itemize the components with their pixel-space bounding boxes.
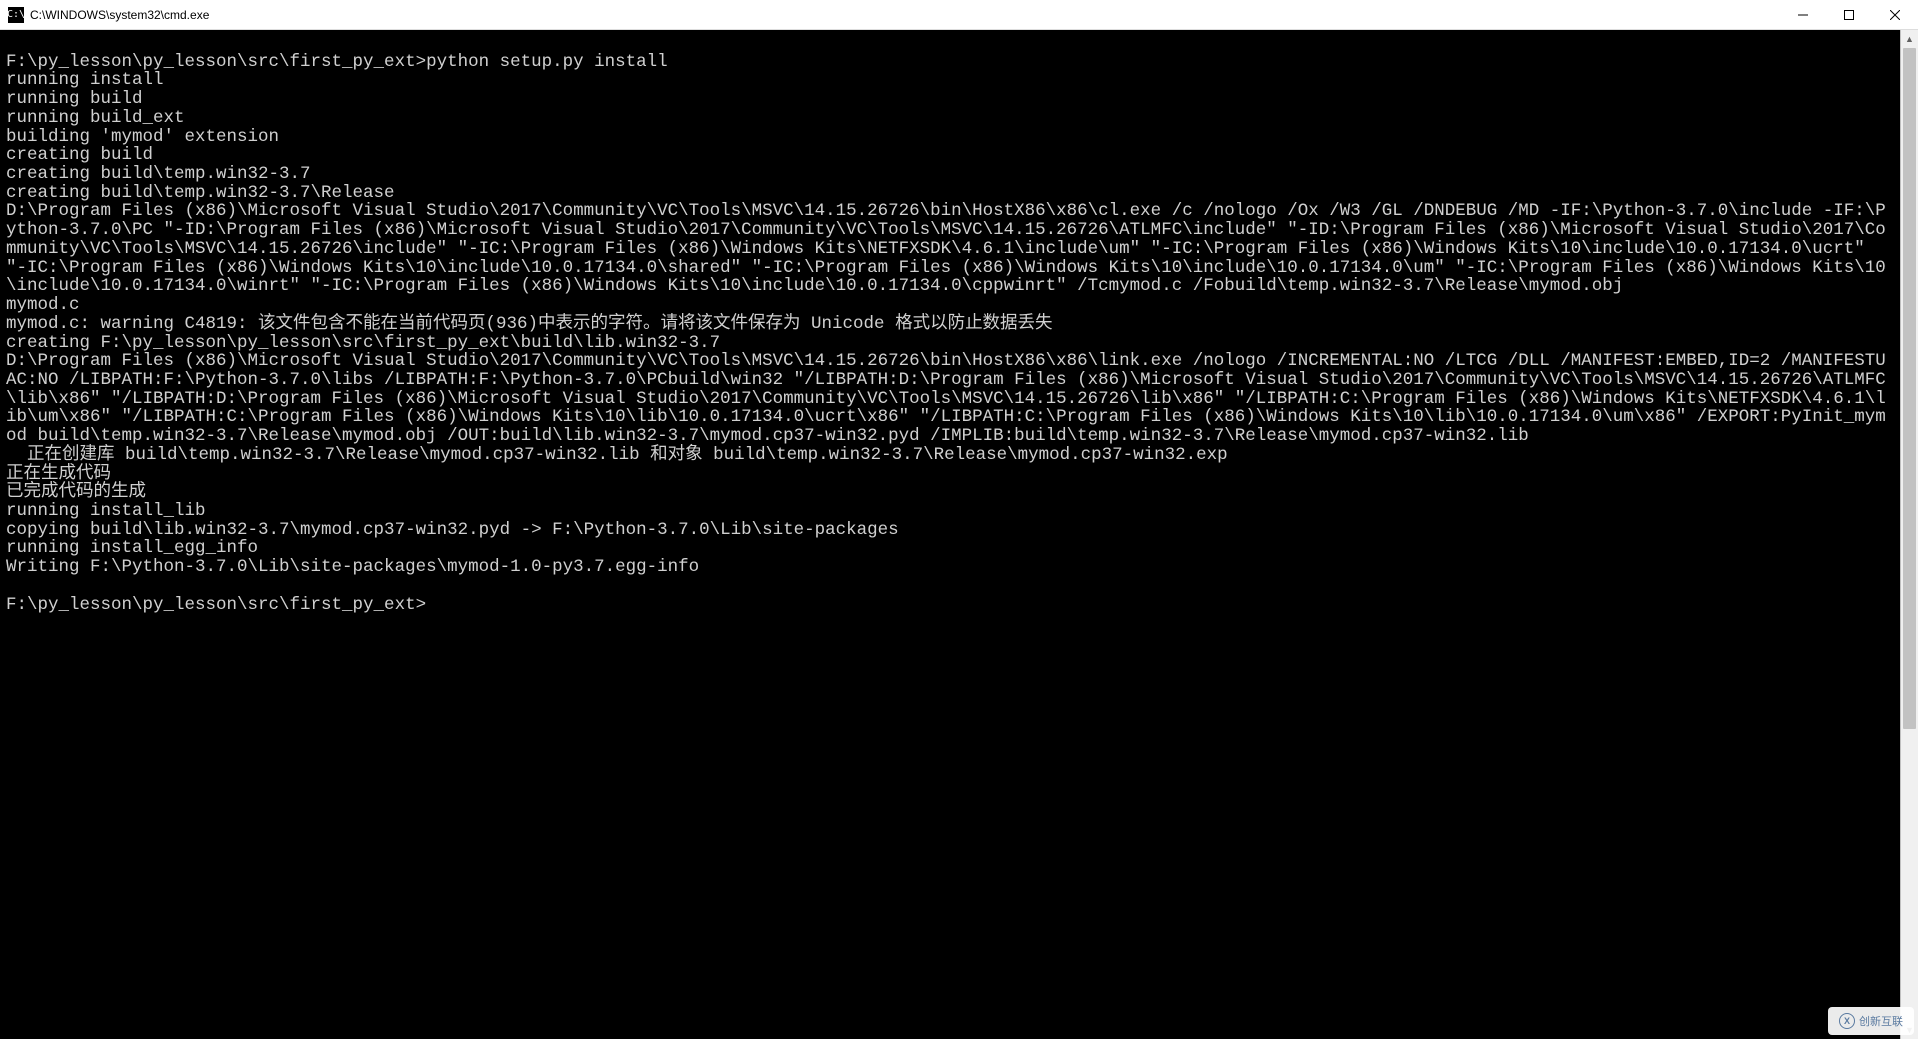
scroll-track[interactable] <box>1901 48 1918 1021</box>
maximize-button[interactable] <box>1826 0 1872 29</box>
window-titlebar: C:\ C:\WINDOWS\system32\cmd.exe <box>0 0 1918 30</box>
terminal-area: F:\py_lesson\py_lesson\src\first_py_ext>… <box>0 30 1918 1039</box>
scroll-up-arrow-icon[interactable]: ▲ <box>1901 30 1918 48</box>
scroll-thumb[interactable] <box>1903 48 1916 729</box>
window-title: C:\WINDOWS\system32\cmd.exe <box>30 8 1780 22</box>
maximize-icon <box>1844 10 1854 20</box>
window-controls <box>1780 0 1918 29</box>
close-icon <box>1890 10 1900 20</box>
watermark-icon: X <box>1839 1013 1855 1029</box>
cmd-icon: C:\ <box>8 7 24 23</box>
close-button[interactable] <box>1872 0 1918 29</box>
minimize-button[interactable] <box>1780 0 1826 29</box>
watermark-badge: X 创新互联 <box>1828 1007 1914 1035</box>
minimize-icon <box>1798 10 1808 20</box>
watermark-text: 创新互联 <box>1859 1013 1903 1029</box>
vertical-scrollbar[interactable]: ▲ ▼ <box>1900 30 1918 1039</box>
terminal-output[interactable]: F:\py_lesson\py_lesson\src\first_py_ext>… <box>0 30 1900 1039</box>
